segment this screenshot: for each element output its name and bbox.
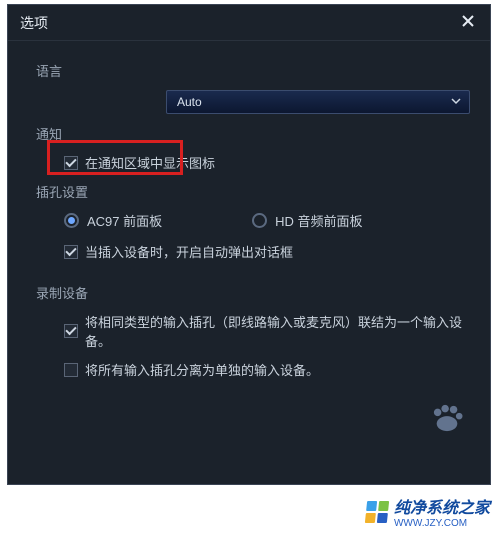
section-recording-label: 录制设备: [36, 283, 470, 302]
hd-audio-radio-option[interactable]: HD 音频前面板: [252, 211, 362, 230]
watermark-text: 纯净系统之家: [394, 494, 490, 518]
split-inputs-label: 将所有输入插孔分离为单独的输入设备。: [85, 360, 319, 379]
paw-icon: [428, 403, 466, 436]
watermark-url: WWW.JZY.COM: [394, 518, 490, 529]
language-dropdown-value: Auto: [177, 95, 202, 109]
dialog-content: 语言 Auto 通知 在通知区域中显示图标 插孔设置 AC97 前面板 HD 音…: [8, 41, 490, 401]
watermark: 纯净系统之家 WWW.JZY.COM: [366, 494, 490, 529]
ac97-radio: [64, 213, 79, 228]
section-notification-label: 通知: [36, 124, 470, 143]
hd-audio-label: HD 音频前面板: [275, 211, 362, 230]
auto-popup-checkbox[interactable]: [64, 245, 78, 259]
close-icon: [461, 14, 475, 31]
section-jack-label: 插孔设置: [36, 182, 470, 201]
watermark-logo-icon: [365, 501, 389, 523]
close-button[interactable]: [458, 13, 478, 33]
combine-inputs-checkbox[interactable]: [64, 324, 78, 338]
titlebar: 选项: [8, 5, 490, 41]
tray-icon-label: 在通知区域中显示图标: [85, 153, 215, 172]
hd-audio-radio: [252, 213, 267, 228]
window-title: 选项: [20, 13, 48, 33]
section-language-label: 语言: [36, 61, 470, 80]
split-inputs-checkbox[interactable]: [64, 363, 78, 377]
options-dialog: 选项 语言 Auto 通知 在通知区域中显示图标 插孔设置 AC: [7, 4, 491, 485]
combine-inputs-label: 将相同类型的输入插孔（即线路输入或麦克风）联结为一个输入设备。: [85, 312, 470, 350]
ac97-label: AC97 前面板: [87, 211, 162, 230]
tray-icon-checkbox[interactable]: [64, 156, 78, 170]
chevron-down-icon: [451, 95, 461, 109]
auto-popup-label: 当插入设备时，开启自动弹出对话框: [85, 242, 293, 261]
ac97-radio-option[interactable]: AC97 前面板: [64, 211, 162, 230]
language-dropdown[interactable]: Auto: [166, 90, 470, 114]
